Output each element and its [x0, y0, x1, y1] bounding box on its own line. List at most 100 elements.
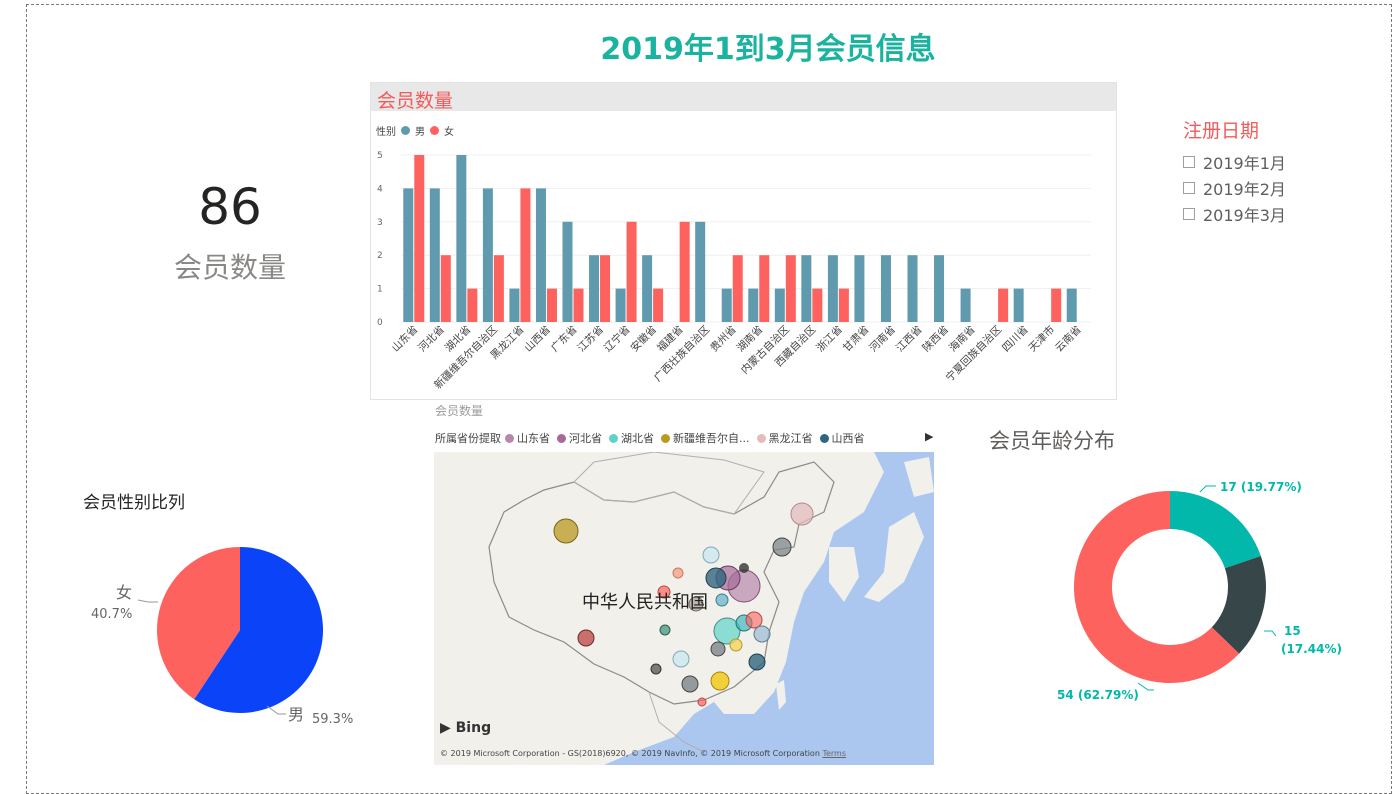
- bar-female: [838, 288, 849, 322]
- legend-dot: [819, 433, 829, 443]
- legend-dot: [609, 433, 618, 443]
- slicer-item-label: 2019年1月: [1203, 154, 1286, 173]
- checkbox[interactable]: [1183, 182, 1195, 194]
- map-legend: 所属省份提取 山东省 河北省 湖北省 新疆维吾尔自... 黑龙江省 山西省: [435, 430, 868, 446]
- x-tick-label: 云南省: [1052, 323, 1083, 354]
- donut-slice: [1170, 491, 1261, 569]
- bar-female: [812, 288, 823, 322]
- map-bubble: [729, 638, 743, 652]
- bar-male: [456, 155, 467, 322]
- gender-pie-chart[interactable]: 男 59.3% 女 40.7%: [80, 530, 380, 740]
- bar-female: [679, 221, 690, 322]
- bar-male: [562, 221, 573, 322]
- legend-dot: [661, 433, 670, 443]
- x-tick-label: 四川省: [999, 323, 1030, 354]
- x-tick-label: 河南省: [867, 323, 898, 354]
- map-bubble: [715, 593, 729, 607]
- map-bubble: [672, 650, 690, 668]
- map-bubble: [790, 502, 814, 526]
- legend-female-label[interactable]: 女: [444, 123, 454, 138]
- age-label: 15: [1284, 624, 1301, 638]
- map-title: 会员数量: [435, 404, 484, 418]
- bing-text: Bing: [455, 720, 492, 736]
- legend-next-arrow-icon[interactable]: ▶: [925, 430, 933, 443]
- slicer-item-label: 2019年2月: [1203, 180, 1286, 199]
- bar-male: [801, 255, 812, 322]
- map-bubble: [772, 537, 792, 557]
- bar-male: [907, 255, 918, 322]
- bar-male: [535, 188, 546, 322]
- age-label: (17.44%): [1281, 642, 1342, 656]
- member-count-label: 会员数量: [173, 251, 286, 284]
- legend-label: 湖北省: [621, 432, 654, 445]
- age-chart-title: 会员年龄分布: [989, 429, 1115, 453]
- age-donut-chart[interactable]: 17 (19.77%) 15 (17.44%) 54 (62.79%): [1040, 470, 1370, 710]
- map-legend-item[interactable]: 山西省: [819, 430, 865, 446]
- bar-male: [1066, 288, 1077, 322]
- bar-male: [482, 188, 493, 322]
- bar-female: [732, 255, 743, 322]
- bar-male: [1013, 288, 1024, 322]
- bar-male: [774, 288, 785, 322]
- checkbox[interactable]: [1183, 156, 1195, 168]
- slicer-item-label: 2019年3月: [1203, 206, 1286, 225]
- legend-male-label[interactable]: 男: [415, 123, 425, 138]
- map-bubble: [553, 518, 579, 544]
- bar-male: [429, 188, 440, 322]
- map-legend-item[interactable]: 山东省: [505, 430, 550, 446]
- copyright-text: © 2019 Microsoft Corporation - GS(2018)6…: [440, 749, 820, 758]
- bar-female: [520, 188, 531, 322]
- legend-dot: [505, 433, 514, 443]
- female-leader-line: [137, 599, 158, 603]
- map-bubble: [745, 611, 763, 629]
- bar-female: [759, 255, 770, 322]
- x-tick-label: 辽宁省: [601, 323, 632, 354]
- bar-male: [509, 288, 520, 322]
- bar-female: [1051, 288, 1062, 322]
- x-tick-label: 甘肃省: [840, 323, 871, 354]
- slicer-item[interactable]: 2019年1月: [1183, 149, 1286, 175]
- slicer-item[interactable]: 2019年2月: [1183, 175, 1286, 201]
- x-tick-label: 浙江省: [814, 323, 845, 354]
- legend-label: 山东省: [517, 432, 550, 445]
- male-pct: 59.3%: [312, 712, 353, 727]
- taiwan-island: [776, 680, 786, 710]
- map-legend-item[interactable]: 黑龙江省: [756, 430, 813, 446]
- korea-peninsula: [829, 547, 859, 602]
- female-label: 女: [116, 583, 132, 602]
- bing-icon: ▶: [440, 720, 456, 736]
- map-bubble: [748, 653, 766, 671]
- country-label: 中华人民共和国: [582, 592, 708, 613]
- member-count-value: 86: [198, 178, 262, 236]
- map-legend-title: 所属省份提取: [435, 432, 501, 445]
- map-legend-item[interactable]: 河北省: [557, 430, 602, 446]
- map-legend-item[interactable]: 新疆维吾尔自...: [661, 430, 750, 446]
- bar-male: [960, 288, 971, 322]
- y-tick-label: 4: [377, 184, 383, 194]
- age-label: 17 (19.77%): [1220, 480, 1302, 494]
- y-tick-label: 2: [377, 251, 383, 261]
- age-leader-line: [1264, 630, 1277, 637]
- legend-dot: [557, 433, 566, 443]
- map-bubble: [739, 563, 749, 573]
- bar-female: [600, 255, 611, 322]
- bar-male: [827, 255, 838, 322]
- slicer-item[interactable]: 2019年3月: [1183, 201, 1286, 227]
- legend-label: 黑龙江省: [768, 432, 813, 445]
- legend-label: 山西省: [831, 432, 865, 445]
- bar-male: [934, 255, 945, 322]
- registration-date-slicer: 注册日期 2019年1月 2019年2月 2019年3月: [1183, 116, 1286, 227]
- map-bubble: [753, 625, 771, 643]
- x-tick-label: 江西省: [893, 323, 924, 354]
- gender-chart-title: 会员性别比列: [83, 493, 185, 513]
- map-bubble: [702, 546, 720, 564]
- age-label: 54 (62.79%): [1057, 688, 1139, 702]
- x-tick-label: 河北省: [415, 323, 446, 354]
- member-map[interactable]: 中华人民共和国 ▶ Bing © 2019 Microsoft Corporat…: [434, 452, 934, 765]
- map-legend-item[interactable]: 湖北省: [609, 430, 654, 446]
- terms-link[interactable]: Terms: [822, 749, 846, 758]
- member-count-bar-chart[interactable]: 会员数量 性别 男 女 0 1 2 3 4 5 山东省 河北省 湖北省 新疆维吾尔自治区 黑龙江省山…: [370, 82, 1117, 400]
- checkbox[interactable]: [1183, 208, 1195, 220]
- bar-chart-plot[interactable]: 012345山东省河北省湖北省新疆维吾尔自治区黑龙江省山西省广东省江苏省辽宁省安…: [371, 141, 1116, 399]
- y-tick-label: 3: [377, 218, 383, 228]
